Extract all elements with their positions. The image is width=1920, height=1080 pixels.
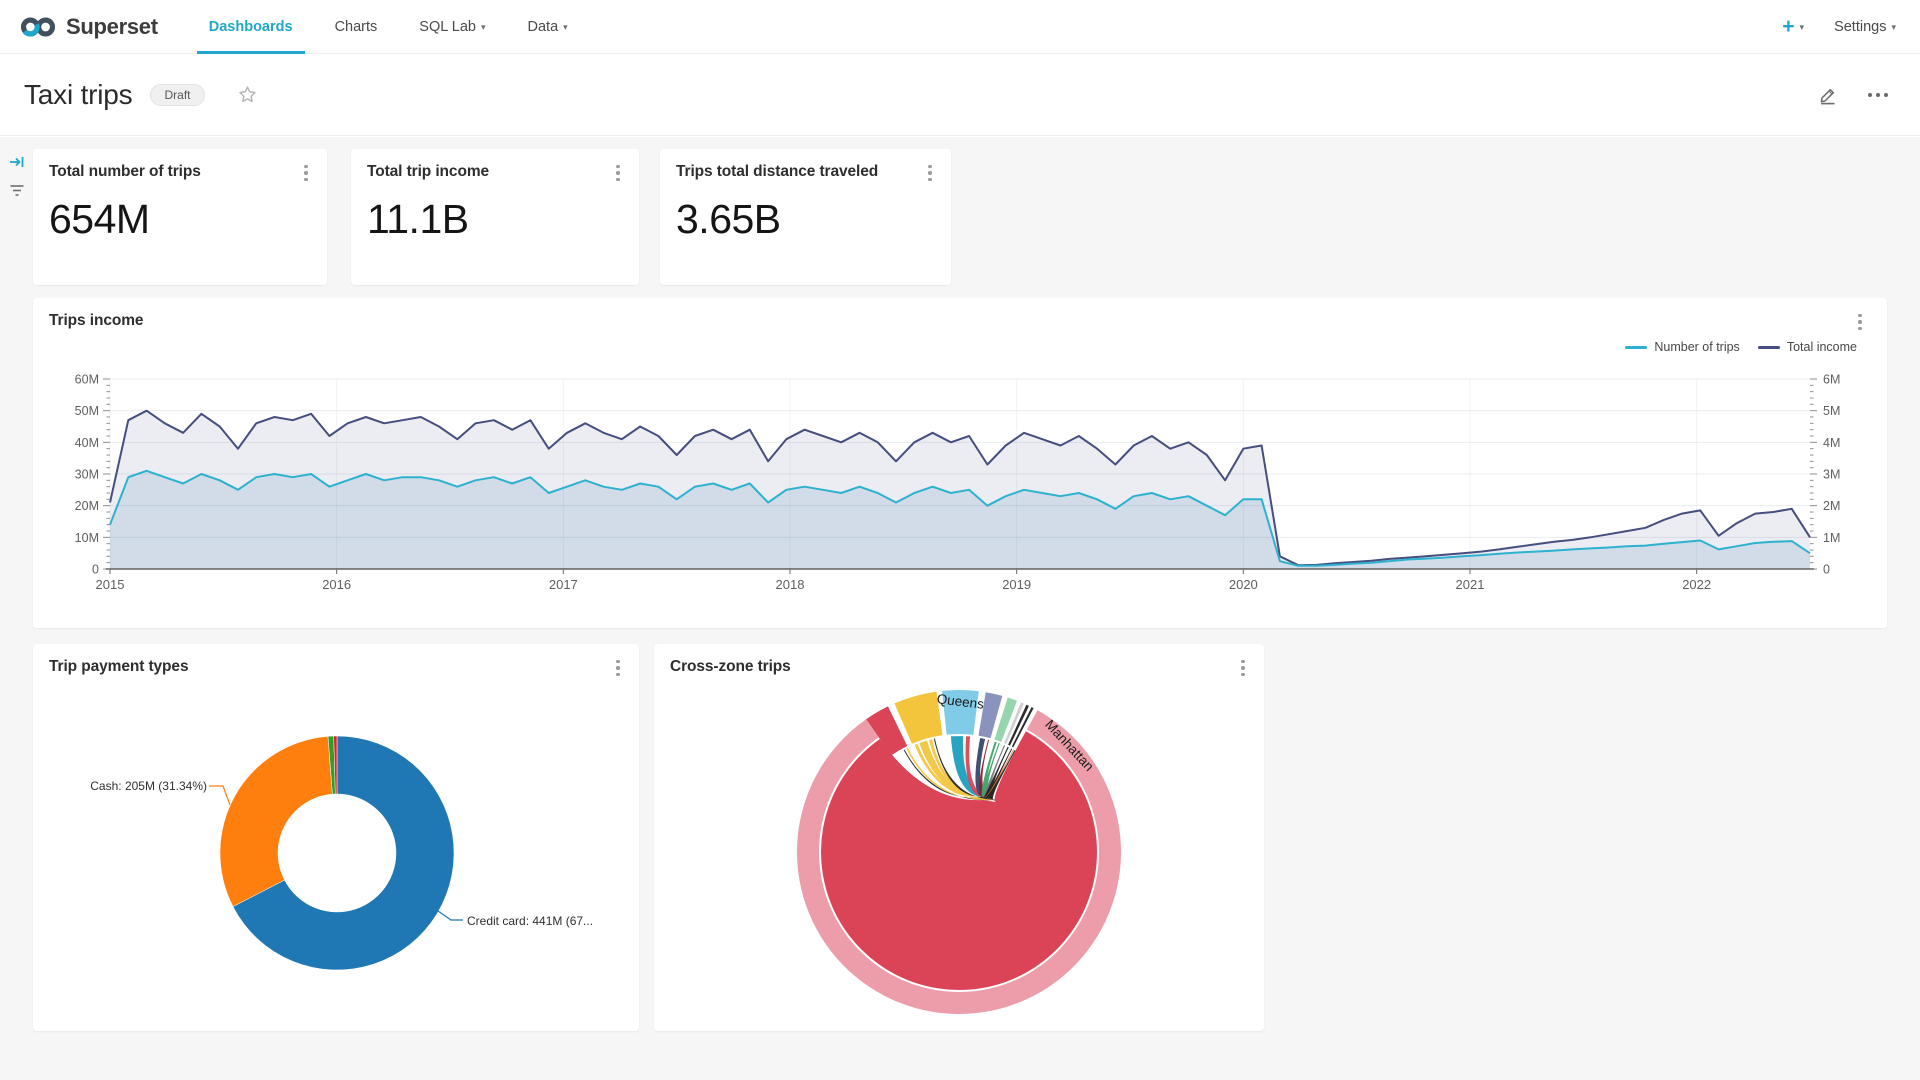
trip-payment-types-card: Trip payment types Cash: 205M (31.34%) C…	[33, 644, 639, 1031]
more-actions-icon[interactable]	[1864, 89, 1892, 101]
title-actions	[1818, 85, 1920, 105]
donut-callout-credit-card: Credit card: 441M (67...	[467, 914, 593, 928]
main-menu: Dashboards Charts SQL Lab ▾ Data ▾	[188, 0, 589, 53]
nav-sql-lab-label: SQL Lab	[419, 19, 476, 35]
chevron-down-icon: ▾	[563, 22, 568, 33]
legend-item-total-income[interactable]: Total income	[1758, 340, 1857, 354]
nav-data[interactable]: Data ▾	[507, 0, 589, 53]
kpi-card-total-distance: Trips total distance traveled 3.65B	[660, 149, 951, 285]
svg-text:40M: 40M	[75, 436, 99, 450]
legend-label: Total income	[1787, 340, 1857, 354]
settings-menu[interactable]: Settings ▾	[1834, 19, 1896, 35]
nav-charts-label: Charts	[335, 19, 378, 35]
trips-income-card: Trips income Number of trips Total incom…	[33, 298, 1887, 628]
chart-legend: Number of trips Total income	[1625, 340, 1857, 354]
settings-label: Settings	[1834, 19, 1886, 35]
kpi-value: 3.65B	[676, 196, 781, 243]
superset-home-link[interactable]: Superset	[0, 0, 188, 53]
kpi-title: Trips total distance traveled	[676, 163, 878, 181]
chevron-down-icon: ▾	[481, 22, 486, 33]
svg-text:60M: 60M	[75, 373, 99, 387]
nav-dashboards-label: Dashboards	[209, 19, 293, 35]
svg-text:10M: 10M	[75, 531, 99, 545]
svg-text:3M: 3M	[1823, 468, 1840, 482]
edit-pencil-icon[interactable]	[1818, 85, 1838, 105]
kpi-title: Total trip income	[367, 163, 489, 181]
svg-text:20M: 20M	[75, 499, 99, 513]
svg-text:2015: 2015	[96, 577, 125, 592]
svg-text:2019: 2019	[1002, 577, 1031, 592]
svg-text:30M: 30M	[75, 468, 99, 482]
svg-text:2021: 2021	[1456, 577, 1485, 592]
svg-text:0: 0	[1823, 563, 1830, 577]
legend-swatch	[1625, 346, 1647, 349]
chart-title: Trips income	[49, 312, 143, 330]
nav-right-actions: + ▾ Settings ▾	[1782, 0, 1920, 53]
new-button[interactable]: + ▾	[1782, 15, 1804, 39]
status-badge: Draft	[150, 84, 204, 106]
nav-dashboards[interactable]: Dashboards	[188, 0, 314, 53]
dashboard-canvas: Total number of trips 654M Total trip in…	[0, 137, 1920, 1080]
trips-income-chart[interactable]: 0 10M 20M 30M 40M 50M 60M 0 1M 2M 3M 4M 5M 6M 2015 2016…	[33, 360, 1887, 600]
superset-logo-icon	[20, 15, 56, 39]
chevron-down-icon: ▾	[1800, 22, 1805, 33]
expand-filter-bar-icon[interactable]	[8, 153, 26, 171]
svg-text:4M: 4M	[1823, 436, 1840, 450]
kpi-value: 11.1B	[367, 196, 469, 243]
dashboard-header: Taxi trips Draft	[0, 54, 1920, 136]
kpi-title: Total number of trips	[49, 163, 201, 181]
kebab-menu-icon[interactable]	[919, 161, 941, 185]
svg-text:50M: 50M	[75, 404, 99, 418]
svg-text:1M: 1M	[1823, 531, 1840, 545]
svg-text:6M: 6M	[1823, 373, 1840, 387]
donut-callout-cash: Cash: 205M (31.34%)	[73, 779, 207, 793]
svg-text:5M: 5M	[1823, 404, 1840, 418]
svg-text:2016: 2016	[322, 577, 351, 592]
nav-charts[interactable]: Charts	[314, 0, 399, 53]
cross-zone-trips-card: Cross-zone trips QueensManhattan	[654, 644, 1264, 1031]
svg-text:2017: 2017	[549, 577, 578, 592]
favorite-star-icon[interactable]	[237, 84, 258, 105]
kebab-menu-icon[interactable]	[607, 161, 629, 185]
brand-name: Superset	[66, 14, 158, 40]
kpi-value: 654M	[49, 196, 150, 243]
nav-data-label: Data	[528, 19, 559, 35]
kebab-menu-icon[interactable]	[295, 161, 317, 185]
kpi-card-total-trips: Total number of trips 654M	[33, 149, 327, 285]
svg-text:0: 0	[92, 563, 99, 577]
filter-list-icon[interactable]	[8, 181, 26, 199]
legend-swatch	[1758, 346, 1780, 349]
cross-zone-chord-chart[interactable]: QueensManhattan	[654, 644, 1264, 1031]
svg-text:2018: 2018	[776, 577, 805, 592]
page-title: Taxi trips	[24, 79, 132, 111]
svg-text:2022: 2022	[1682, 577, 1711, 592]
svg-text:2020: 2020	[1229, 577, 1258, 592]
top-nav: Superset Dashboards Charts SQL Lab ▾ Dat…	[0, 0, 1920, 54]
svg-text:2M: 2M	[1823, 499, 1840, 513]
plus-icon: +	[1782, 15, 1794, 39]
chevron-down-icon: ▾	[1891, 22, 1896, 33]
legend-item-number-of-trips[interactable]: Number of trips	[1625, 340, 1739, 354]
legend-label: Number of trips	[1654, 340, 1739, 354]
nav-sql-lab[interactable]: SQL Lab ▾	[398, 0, 506, 53]
kebab-menu-icon[interactable]	[1849, 310, 1871, 334]
kpi-card-trip-income: Total trip income 11.1B	[351, 149, 639, 285]
payment-types-donut-chart[interactable]	[33, 644, 639, 1031]
